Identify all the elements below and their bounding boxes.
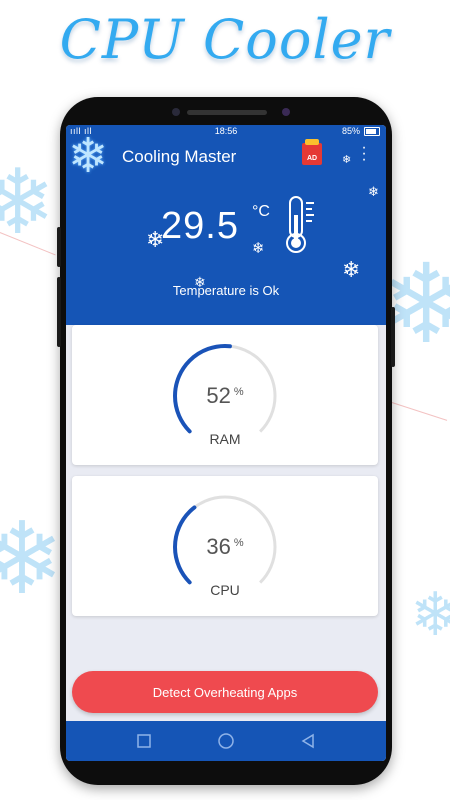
more-vert-icon[interactable]: · · ·: [358, 140, 370, 168]
cpu-label: CPU: [210, 582, 240, 598]
phone-frame: ııll ıll 18:56 85% ❄ Cooling Master AD ·…: [57, 97, 395, 785]
snowflake-icon: ❄: [342, 154, 352, 166]
app-bar: ❄ Cooling Master AD · · ·: [66, 133, 386, 183]
phone-speaker: [187, 110, 267, 115]
phone-side-button: [57, 277, 61, 347]
thermometer-icon: [286, 196, 314, 253]
status-right: 85%: [342, 126, 380, 136]
cpu-card[interactable]: 36% CPU: [72, 476, 378, 616]
background-snowflake-icon: ❄: [0, 153, 56, 253]
background-line: [391, 402, 448, 421]
snowflake-icon: ❄: [68, 130, 109, 183]
recent-apps-icon[interactable]: [134, 731, 154, 751]
battery-icon: [364, 126, 380, 136]
phone-side-button: [57, 227, 61, 267]
status-time: 18:56: [214, 126, 238, 136]
background-snowflake-icon: ❄: [410, 581, 450, 648]
app-screen: ııll ıll 18:56 85% ❄ Cooling Master AD ·…: [66, 125, 386, 761]
ram-label: RAM: [209, 431, 241, 447]
ram-card[interactable]: 52% RAM: [72, 325, 378, 465]
temperature-value: 29.5: [161, 205, 239, 247]
phone-side-button: [391, 307, 395, 367]
phone-sensor: [282, 108, 290, 116]
detect-overheating-apps-button[interactable]: Detect Overheating Apps: [72, 671, 378, 713]
navigation-bar: [66, 721, 386, 761]
header-panel: ııll ıll 18:56 85% ❄ Cooling Master AD ·…: [66, 125, 386, 325]
background-snowflake-icon: ❄: [0, 503, 64, 615]
temperature-status: Temperature is Ok: [172, 283, 280, 298]
ram-value: 52%: [206, 383, 244, 408]
battery-percent: 85%: [341, 126, 360, 136]
phone-camera: [172, 108, 180, 116]
temperature-unit: °C: [252, 203, 270, 220]
back-icon[interactable]: [298, 731, 318, 751]
app-title: Cooling Master: [122, 147, 237, 166]
status-bar: ııll ıll 18:56 85%: [66, 125, 386, 138]
home-icon[interactable]: [216, 731, 236, 751]
temperature-display: 29.5 °C: [66, 195, 386, 265]
promo-title: CPU Cooler: [59, 8, 391, 71]
gift-ad-icon[interactable]: AD: [302, 139, 322, 165]
cpu-value: 36%: [206, 534, 244, 559]
